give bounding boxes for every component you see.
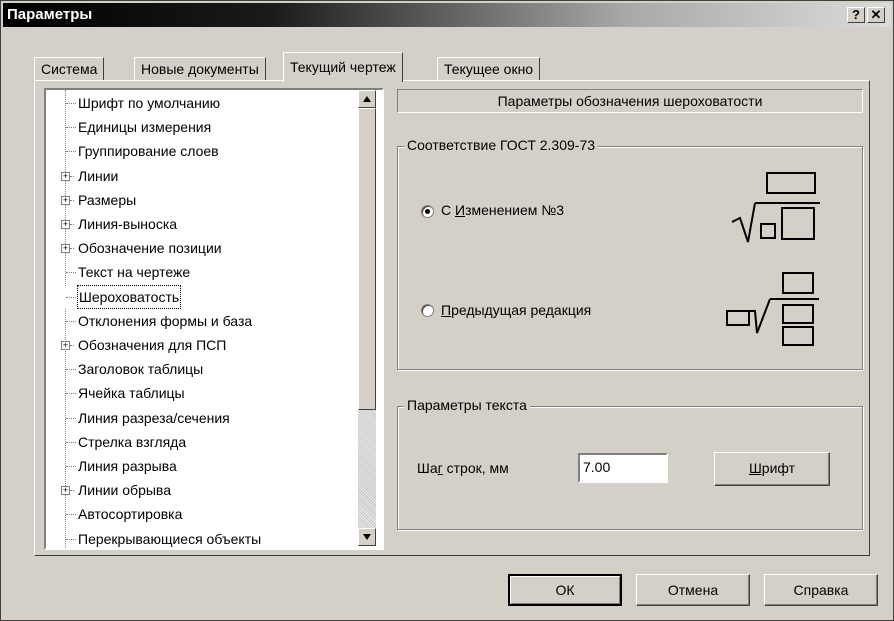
- arrow-up-icon: [363, 96, 371, 102]
- scroll-up-button[interactable]: [358, 90, 376, 108]
- expand-plus-icon[interactable]: +: [61, 220, 70, 229]
- scroll-thumb[interactable]: [358, 108, 376, 410]
- tree-branch: [66, 369, 76, 371]
- tree-item[interactable]: + Обозначение позиции: [46, 237, 356, 259]
- tree-item-label: Ячейка таблицы: [78, 385, 185, 402]
- tree-item-label: Линия разреза/сечения: [78, 409, 230, 426]
- tree-branch: [66, 296, 76, 298]
- tree-item[interactable]: Стрелка взгляда: [46, 431, 356, 453]
- tree-item[interactable]: Единицы измерения: [46, 116, 356, 138]
- tree-branch: [70, 345, 74, 346]
- scroll-down-button[interactable]: [358, 528, 376, 546]
- expand-plus-icon[interactable]: +: [61, 195, 70, 205]
- tree-item-label: Стрелка взгляда: [78, 433, 187, 450]
- section-header: Параметры обозначения шероховатости: [397, 89, 863, 113]
- tree-branch: [70, 175, 74, 177]
- tree-branch: [70, 248, 74, 250]
- tree-scrollbar[interactable]: [358, 90, 376, 546]
- tree-branch: [66, 441, 76, 443]
- tree-branch: [66, 393, 76, 395]
- tree-item-label: Шрифт по умолчанию: [78, 95, 221, 111]
- ok-button[interactable]: ОК: [508, 574, 622, 606]
- title-bar[interactable]: Параметры ? ✕: [3, 3, 891, 27]
- tree-item[interactable]: Заголовок таблицы: [46, 358, 356, 380]
- roughness-symbol-old-icon: [726, 272, 819, 346]
- tree-item-label: Группирование слоев: [78, 143, 219, 160]
- radio-previous-edition-label[interactable]: Предыдущая редакция: [441, 302, 591, 318]
- tab-current-drawing[interactable]: Текущий чертеж: [283, 52, 403, 82]
- tree-item-label: Обозначение позиции: [78, 240, 222, 257]
- radio-previous-edition[interactable]: [421, 304, 434, 317]
- tree-item-label: Шероховатость: [76, 284, 182, 309]
- tree-item[interactable]: Линия разрыва: [46, 455, 356, 477]
- tree-item-label: Перекрывающиеся объекты: [78, 530, 262, 547]
- tree-branch: [66, 272, 76, 274]
- gost-group-legend: Соответствие ГОСТ 2.309-73: [404, 137, 599, 153]
- font-button[interactable]: Шрифт: [714, 452, 830, 486]
- close-button[interactable]: ✕: [867, 7, 885, 23]
- tree-branch: [66, 320, 76, 322]
- tab-system[interactable]: Система: [34, 57, 105, 81]
- tree-branch: [66, 151, 76, 153]
- expand-plus-icon[interactable]: +: [61, 171, 70, 181]
- tree-branch: [66, 417, 76, 419]
- tree-item[interactable]: Группирование слоев: [46, 140, 356, 162]
- tree-item-label: Линия разрыва: [78, 458, 177, 474]
- tree-item[interactable]: Шрифт по умолчанию: [46, 92, 356, 114]
- tree-item-label: Автосортировка: [78, 506, 183, 523]
- tree-branch: [70, 199, 74, 201]
- tree-item-label: Обозначения для ПСП: [78, 337, 227, 353]
- tree-item[interactable]: + Линии обрыва: [46, 479, 356, 501]
- roughness-symbol-new-icon: [731, 172, 820, 243]
- tree-branch: [66, 127, 76, 129]
- arrow-down-icon: [363, 534, 371, 540]
- tree-item[interactable]: + Линия-выноска: [46, 213, 356, 235]
- help-button[interactable]: ?: [847, 7, 865, 23]
- tab-new-documents[interactable]: Новые документы: [134, 57, 266, 81]
- line-step-input[interactable]: 7.00: [578, 453, 668, 483]
- tree-item[interactable]: Перекрывающиеся объекты: [46, 528, 356, 548]
- tree-branch: [70, 224, 74, 225]
- expand-plus-icon[interactable]: +: [61, 486, 70, 496]
- tree-item-label: Линии обрыва: [78, 482, 171, 499]
- tree-item-label: Отклонения формы и база: [78, 312, 253, 329]
- tree-item-label: Размеры: [78, 191, 137, 208]
- tab-current-window[interactable]: Текущее окно: [437, 57, 541, 81]
- tree-item[interactable]: Автосортировка: [46, 503, 356, 525]
- tree-item[interactable]: Линия разреза/сечения: [46, 407, 356, 429]
- tree-branch: [66, 514, 76, 516]
- expand-plus-icon[interactable]: +: [61, 341, 70, 350]
- help-dialog-button[interactable]: Справка: [764, 574, 878, 606]
- tree-item-label: Единицы измерения: [78, 119, 212, 136]
- tree-item[interactable]: Ячейка таблицы: [46, 382, 356, 404]
- radio-revision-3[interactable]: [421, 205, 434, 218]
- tree-item-label: Линия-выноска: [78, 216, 178, 232]
- tree-item[interactable]: + Линии: [46, 165, 356, 187]
- tree-branch: [66, 466, 76, 467]
- tree-item[interactable]: + Размеры: [46, 189, 356, 211]
- tree-item-label: Заголовок таблицы: [78, 361, 204, 378]
- text-params-legend: Параметры текста: [404, 397, 530, 413]
- tree-item[interactable]: Шероховатость: [46, 284, 356, 309]
- radio-revision-3-label[interactable]: С Изменением №3: [441, 202, 564, 218]
- tree-branch: [66, 538, 76, 540]
- tree-branch: [70, 490, 74, 492]
- cancel-button[interactable]: Отмена: [636, 574, 750, 606]
- tree-item[interactable]: + Обозначения для ПСП: [46, 334, 356, 356]
- tree-item-label: Текст на чертеже: [78, 264, 191, 281]
- line-step-label: Шаг строк, мм: [417, 460, 509, 476]
- expand-plus-icon[interactable]: +: [61, 244, 70, 254]
- settings-tree[interactable]: Шрифт по умолчанию Единицы измерения Групп…: [44, 88, 384, 550]
- window-title: Параметры: [7, 6, 93, 23]
- tree-item-label: Линии: [78, 167, 119, 184]
- tree-item[interactable]: Отклонения формы и база: [46, 310, 356, 332]
- tree-branch: [66, 103, 76, 104]
- tree-item[interactable]: Текст на чертеже: [46, 261, 356, 283]
